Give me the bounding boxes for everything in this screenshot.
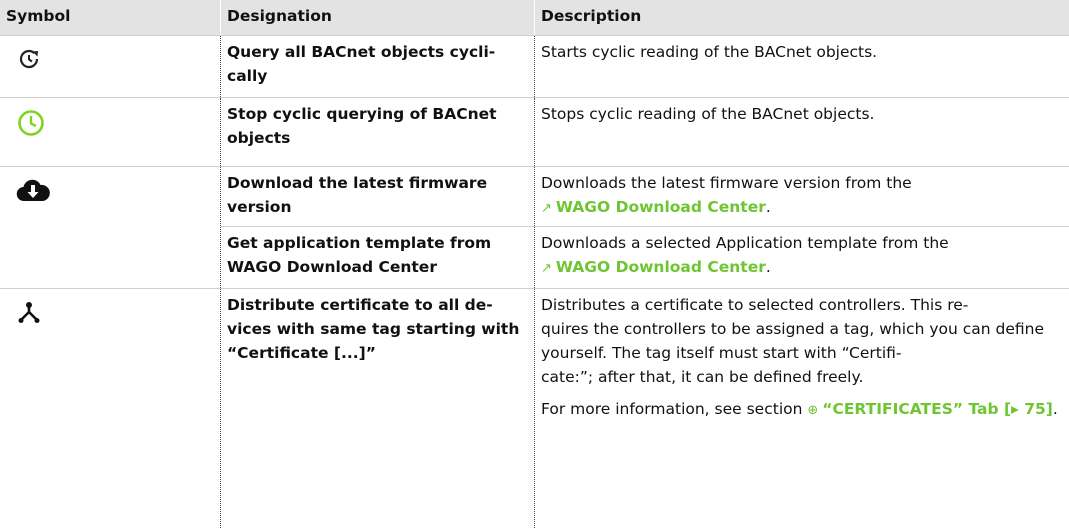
designation-query-cyclic: Query all BACnet objects cycli- cally <box>221 36 535 97</box>
external-link-icon: ↗ <box>541 201 552 216</box>
description-download-firmware: Downloads the latest firmware version fr… <box>541 174 912 216</box>
table-header: Symbol Designation Description <box>0 0 1069 36</box>
certificates-tab-link[interactable]: “CERTIFICATES” Tab [▸ 75] <box>822 400 1053 418</box>
header-designation: Designation <box>221 0 535 35</box>
description-query-cyclic: Starts cyclic reading of the BACnet obje… <box>541 43 878 61</box>
distribute-network-icon <box>16 299 42 332</box>
table-row-group: Download the latest firmware version Dow… <box>0 167 1069 289</box>
table-row: Distribute certificate to all de- vices … <box>0 289 1069 528</box>
designation-download-firmware: Download the latest firmware version <box>221 167 535 226</box>
wago-download-center-link[interactable]: WAGO Download Center <box>556 198 766 216</box>
designation-stop-cyclic: Stop cyclic querying of BACnet objects <box>221 98 535 166</box>
green-clock-icon <box>16 108 46 145</box>
external-link-icon: ↗ <box>541 261 552 276</box>
description-distribute-certificate: Distributes a certificate to selected co… <box>541 296 1058 418</box>
table-row: Query all BACnet objects cycli- cally St… <box>0 36 1069 98</box>
designation-get-template: Get application template from WAGO Downl… <box>221 227 535 288</box>
cloud-download-icon <box>16 177 50 210</box>
wago-download-center-link[interactable]: WAGO Download Center <box>556 258 766 276</box>
header-symbol: Symbol <box>0 0 221 35</box>
refresh-clock-icon <box>16 46 42 79</box>
description-stop-cyclic: Stops cyclic reading of the BACnet objec… <box>541 105 875 123</box>
description-get-template: Downloads a selected Application templat… <box>541 234 949 276</box>
cursor-link-icon: ⊕ <box>807 403 819 418</box>
table-row: Stop cyclic querying of BACnet objects S… <box>0 98 1069 167</box>
header-description: Description <box>541 7 642 25</box>
designation-distribute-certificate: Distribute certificate to all de- vices … <box>221 289 535 528</box>
symbols-table: Symbol Designation Description Query all… <box>0 0 1069 528</box>
